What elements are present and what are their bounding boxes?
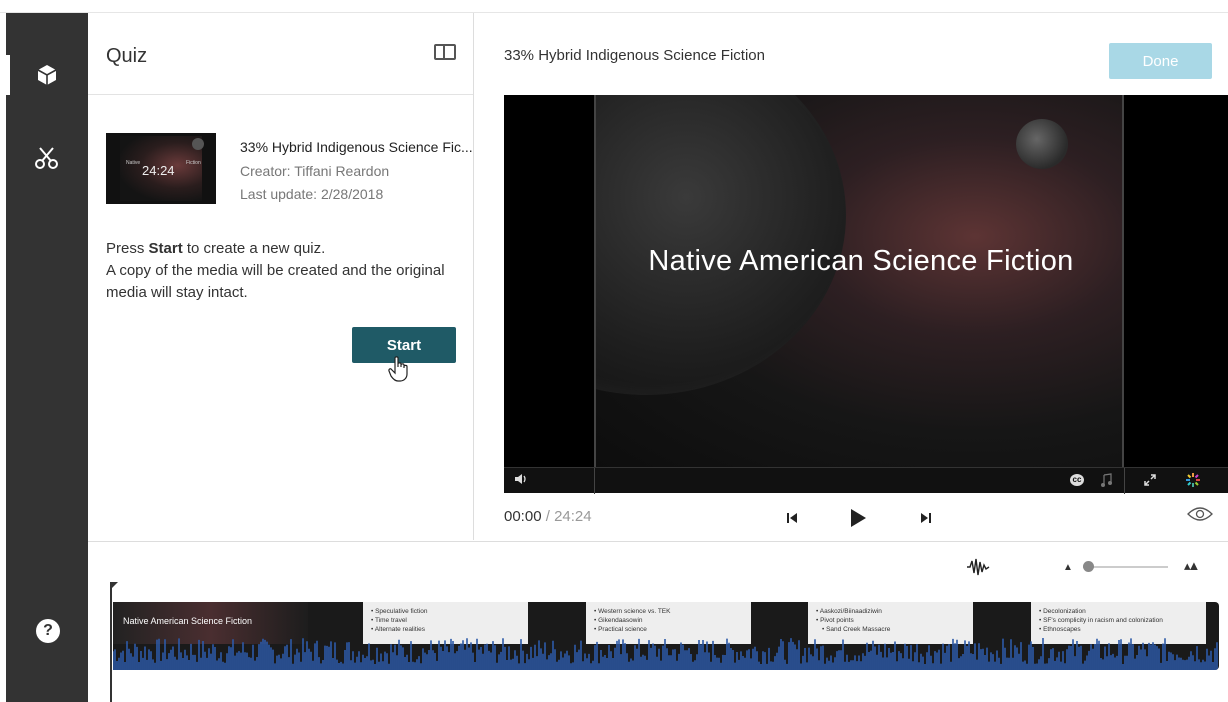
current-time: 00:00	[504, 508, 542, 525]
media-updated: Last update: 2/28/2018	[240, 186, 384, 202]
scissors-icon	[34, 145, 60, 171]
video-player[interactable]: Native American Science Fiction cc	[504, 95, 1228, 494]
description-line-2: A copy of the media will be created and …	[106, 262, 445, 301]
help-button[interactable]: ?	[36, 619, 60, 643]
app-root: ? Quiz Native Fiction 24:24 33% Hybrid I…	[0, 0, 1228, 702]
player-controlbar: cc	[504, 467, 1228, 494]
left-rail: ?	[6, 13, 88, 702]
start-keyword: Start	[148, 240, 183, 257]
zoom-out-icon[interactable]: ▲	[1063, 562, 1073, 573]
hand-cursor-icon	[388, 356, 410, 387]
rail-item-quiz[interactable]	[6, 50, 88, 100]
thumb-text-right: Fiction	[186, 160, 201, 166]
cube-icon	[35, 63, 59, 87]
top-bar	[0, 0, 1228, 13]
quiz-description: Press Start to create a new quiz. A copy…	[106, 240, 445, 301]
playhead[interactable]	[110, 582, 118, 702]
waveform-path	[113, 638, 1218, 670]
fullscreen-icon[interactable]	[1143, 473, 1157, 490]
media-title: 33% Hybrid Indigenous Science Fic...	[240, 139, 473, 155]
waveform-icon[interactable]	[966, 557, 990, 582]
media-creator: Creator: Tiffani Reardon	[240, 163, 390, 179]
zoom-slider-knob[interactable]	[1083, 561, 1094, 572]
zoom-in-icon[interactable]: ▴▲	[1184, 558, 1201, 574]
media-card: Native Fiction 24:24 33% Hybrid Indigeno…	[106, 133, 473, 205]
timeline: ▲ ▴▲ Native American Science Fiction Spe…	[88, 541, 1228, 702]
entry-title: 33% Hybrid Indigenous Science Fiction	[504, 47, 765, 64]
panel-toggle-icon[interactable]	[434, 44, 456, 60]
timeline-strip[interactable]: Native American Science Fiction Speculat…	[113, 602, 1219, 670]
zoom-slider[interactable]	[1083, 566, 1168, 568]
eye-icon[interactable]	[1187, 506, 1213, 527]
total-duration: 24:24	[554, 508, 592, 525]
video-caption: Native American Science Fiction	[648, 245, 1074, 277]
music-note-icon[interactable]	[1100, 473, 1112, 490]
kaltura-logo-icon	[1185, 472, 1201, 491]
play-icon[interactable]	[849, 508, 867, 533]
video-frame: Native American Science Fiction	[594, 95, 1124, 467]
closed-captions-icon[interactable]: cc	[1070, 474, 1084, 486]
thumb-duration: 24:24	[142, 163, 175, 178]
rail-item-trim[interactable]	[6, 133, 88, 183]
time-display: 00:00 / 24:24	[504, 508, 592, 525]
step-back-icon[interactable]	[785, 511, 799, 530]
viewer-area: 33% Hybrid Indigenous Science Fiction Do…	[475, 13, 1228, 540]
volume-icon[interactable]	[514, 472, 528, 489]
done-button[interactable]: Done	[1109, 43, 1212, 79]
media-thumbnail: Native Fiction 24:24	[106, 133, 216, 204]
audio-waveform	[113, 638, 1218, 670]
panel-header: Quiz	[88, 13, 473, 95]
step-forward-icon[interactable]	[919, 511, 933, 530]
thumb-text-left: Native	[126, 160, 141, 166]
quiz-panel: Quiz Native Fiction 24:24 33% Hybrid Ind…	[88, 13, 474, 540]
panel-title: Quiz	[106, 45, 148, 67]
